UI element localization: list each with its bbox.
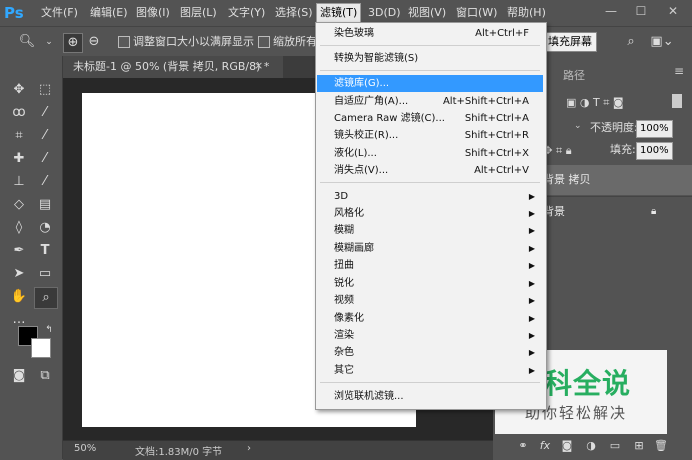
menu-item-3d[interactable]: 3D ▶ — [317, 188, 543, 205]
gradient-tool-icon[interactable]: ▤ — [34, 195, 56, 215]
menu-view[interactable]: 视图(V) — [406, 4, 448, 22]
history-brush-icon[interactable]: ⁄ — [34, 172, 56, 192]
menu-item-noise[interactable]: 杂色 ▶ — [317, 344, 543, 361]
tab-paths[interactable]: 路径 — [563, 66, 585, 86]
filter-toggle[interactable] — [672, 94, 682, 108]
chevron-right-icon[interactable]: › — [247, 443, 251, 454]
photoshop-logo: Ps — [4, 4, 24, 22]
blur-tool-icon[interactable]: ◊ — [8, 218, 30, 238]
move-tool-icon[interactable]: ✥ — [8, 80, 30, 100]
menu-item-browse-filters-online[interactable]: 浏览联机滤镜... — [317, 388, 543, 405]
filter-dropdown-menu: 染色玻璃 Alt+Ctrl+F 转换为智能滤镜(S) 滤镜库(G)... 自适应… — [315, 22, 547, 410]
search-icon[interactable]: ⌕ — [622, 33, 640, 51]
menu-item-lens-correction[interactable]: 镜头校正(R)... Shift+Ctrl+R — [317, 127, 543, 144]
menu-window[interactable]: 窗口(W) — [454, 4, 499, 22]
opacity-field[interactable]: 100% — [636, 120, 673, 138]
pen-tool-icon[interactable]: ✒ — [8, 241, 30, 261]
resize-windows-label: 调整窗口大小以满屏显示 — [133, 35, 254, 48]
menu-3d[interactable]: 3D(D) — [366, 4, 403, 22]
group-icon[interactable]: ▭ — [607, 438, 623, 454]
eyedropper-icon[interactable]: ⁄ — [34, 126, 56, 146]
marquee-tool-icon[interactable]: ⬚ — [34, 80, 56, 100]
zoom-tool-icon[interactable]: ⌕ — [34, 287, 58, 309]
new-layer-icon[interactable]: ⊞ — [631, 438, 647, 454]
stamp-tool-icon[interactable]: ⊥ — [8, 172, 30, 192]
blend-mode-dropdown[interactable]: ⌄ — [574, 121, 582, 131]
fill-screen-button[interactable]: 填充屏幕 — [543, 32, 597, 52]
type-tool-icon[interactable]: T — [34, 241, 56, 261]
menu-item-blur-gallery[interactable]: 模糊画廊 ▶ — [317, 240, 543, 257]
menu-item-blur[interactable]: 模糊 ▶ — [317, 222, 543, 239]
dodge-tool-icon[interactable]: ◔ — [34, 218, 56, 238]
document-size: 文档:1.83M/0 字节 — [135, 447, 223, 458]
chevron-down-icon[interactable]: ⌄ — [40, 33, 58, 51]
fill-label: 填充: — [610, 143, 636, 156]
brush-tool-icon[interactable]: ⁄ — [34, 149, 56, 169]
zoom-all-label: 缩放所有 — [273, 35, 317, 48]
menu-item-video[interactable]: 视频 ▶ — [317, 292, 543, 309]
tools-panel: ✥ ⬚ ꝏ ⁄ ⌗ ⁄ ✚ ⁄ ⊥ ⁄ ◇ ▤ ◊ ◔ ✒ T ➤ ▭ ✋ ⌕ … — [0, 56, 63, 459]
menu-item-vanishing-point[interactable]: 消失点(V)... Alt+Ctrl+V — [317, 162, 543, 179]
close-icon[interactable]: ✕ — [662, 2, 684, 20]
menu-file[interactable]: 文件(F) — [39, 4, 80, 22]
mask-icon[interactable]: ◙ — [559, 438, 575, 454]
healing-brush-icon[interactable]: ✚ — [8, 149, 30, 169]
document-tab[interactable]: 未标题-1 @ 50% (背景 拷贝, RGB/8) * — [63, 56, 283, 78]
workspace-icon[interactable]: ▣⌄ — [650, 33, 674, 51]
menu-select[interactable]: 选择(S) — [273, 4, 315, 22]
menu-item-convert-smart-filter[interactable]: 转换为智能滤镜(S) — [317, 50, 543, 67]
menu-item-other[interactable]: 其它 ▶ — [317, 362, 543, 379]
zoom-level[interactable]: 50% — [74, 443, 96, 454]
rectangle-tool-icon[interactable]: ▭ — [34, 264, 56, 284]
menu-item-filter-gallery[interactable]: 滤镜库(G)... — [317, 75, 543, 92]
opacity-label: 不透明度: — [590, 121, 638, 134]
menu-help[interactable]: 帮助(H) — [505, 4, 548, 22]
menu-type[interactable]: 文字(Y) — [226, 4, 267, 22]
layer-name: 背景 拷贝 — [543, 173, 591, 186]
menu-edit[interactable]: 编辑(E) — [88, 4, 130, 22]
fill-field[interactable]: 100% — [636, 142, 673, 160]
menu-item-adaptive-wide-angle[interactable]: 自适应广角(A)... Alt+Shift+Ctrl+A — [317, 93, 543, 110]
menu-item-distort[interactable]: 扭曲 ▶ — [317, 257, 543, 274]
lasso-tool-icon[interactable]: ꝏ — [8, 103, 30, 123]
close-tab-icon[interactable]: × — [254, 59, 263, 72]
adjustment-icon[interactable]: ◑ — [583, 438, 599, 454]
menu-image[interactable]: 图像(I) — [134, 4, 172, 22]
zoom-tool-icon[interactable]: 🔍︎ — [18, 33, 36, 51]
zoom-in-icon[interactable]: ⊕ — [63, 33, 83, 53]
menu-item-sharpen[interactable]: 锐化 ▶ — [317, 275, 543, 292]
path-select-icon[interactable]: ➤ — [8, 264, 30, 284]
maximize-icon[interactable]: ☐ — [630, 2, 652, 20]
eraser-tool-icon[interactable]: ◇ — [8, 195, 30, 215]
menu-item-stylize[interactable]: 风格化 ▶ — [317, 205, 543, 222]
trash-icon[interactable]: 🗑︎ — [653, 438, 669, 454]
screen-mode-icon[interactable]: ⧉ — [34, 366, 56, 386]
menu-layer[interactable]: 图层(L) — [178, 4, 219, 22]
hand-tool-icon[interactable]: ✋ — [8, 287, 30, 307]
zoom-out-icon[interactable]: ⊖ — [85, 33, 103, 51]
background-color-swatch[interactable] — [31, 338, 51, 358]
menu-item-render[interactable]: 渲染 ▶ — [317, 327, 543, 344]
magic-wand-icon[interactable]: ⁄ — [34, 103, 56, 123]
menu-item-camera-raw[interactable]: Camera Raw 滤镜(C)... Shift+Ctrl+A — [317, 110, 543, 127]
panel-menu-icon[interactable]: ≡ — [674, 64, 684, 78]
menu-item-liquify[interactable]: 液化(L)... Shift+Ctrl+X — [317, 145, 543, 162]
menu-item-pixelate[interactable]: 像素化 ▶ — [317, 310, 543, 327]
menu-item-last-filter[interactable]: 染色玻璃 Alt+Ctrl+F — [317, 25, 543, 42]
crop-tool-icon[interactable]: ⌗ — [8, 126, 30, 146]
menu-filter[interactable]: 滤镜(T) — [316, 3, 362, 23]
swap-colors-icon[interactable]: ↰ — [38, 320, 60, 340]
status-bar: 50% 文档:1.83M/0 字节 › — [63, 440, 493, 460]
quick-mask-icon[interactable]: ◙ — [8, 366, 30, 386]
layer-filter-icons[interactable]: ▣ ◑ T ⌗ ◙ — [566, 96, 624, 110]
layers-panel-footer: ⚭ fx ◙ ◑ ▭ ⊞ 🗑︎ — [493, 434, 692, 459]
minimize-icon[interactable]: — — [600, 2, 622, 20]
resize-windows-checkbox[interactable] — [118, 36, 130, 48]
lock-icon: 🔒︎ — [651, 206, 657, 217]
fx-icon[interactable]: fx — [537, 438, 553, 454]
zoom-all-checkbox[interactable] — [258, 36, 270, 48]
link-icon[interactable]: ⚭ — [515, 438, 531, 454]
